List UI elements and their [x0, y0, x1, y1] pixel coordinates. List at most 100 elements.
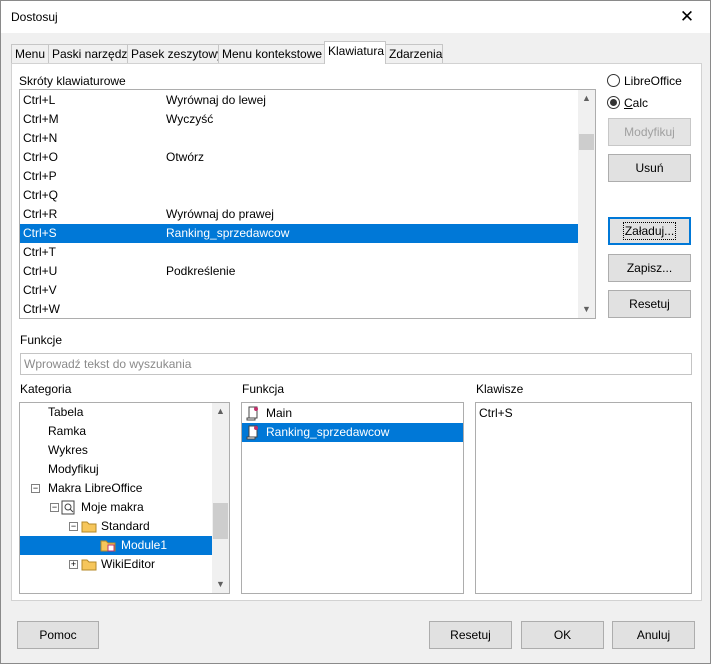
cancel-button[interactable]: Anuluj	[612, 621, 695, 649]
tree-item-label: Moje makra	[81, 500, 144, 514]
scrollbar-thumb[interactable]	[213, 503, 228, 539]
functions-label: Funkcje	[20, 333, 63, 347]
window-title: Dostosuj	[11, 10, 58, 24]
function-label: Funkcja	[242, 382, 285, 396]
title-bar: Dostosuj ✕	[1, 1, 710, 33]
tree-item-label: Wykres	[48, 443, 88, 457]
expand-icon[interactable]: +	[69, 560, 78, 569]
collapse-icon[interactable]: −	[69, 522, 78, 531]
tree-item[interactable]: Wykres	[20, 441, 213, 460]
table-row[interactable]: Ctrl+O Otwórz	[20, 148, 578, 167]
shortcut-list-scrollbar[interactable]: ▲ ▼	[578, 90, 595, 318]
close-icon[interactable]: ✕	[664, 1, 710, 33]
shortcut-key: Ctrl+M	[23, 112, 59, 126]
reset-shortcuts-button[interactable]: Resetuj	[608, 290, 691, 318]
delete-button[interactable]: Usuń	[608, 154, 691, 182]
tab-toolbars[interactable]: Paski narzędzi	[48, 44, 130, 64]
category-scrollbar[interactable]: ▲ ▼	[212, 403, 229, 593]
ok-button[interactable]: OK	[521, 621, 604, 649]
tab-keyboard[interactable]: Klawiatura	[324, 41, 386, 64]
table-row[interactable]: Ctrl+V	[20, 281, 578, 300]
folder-icon	[81, 559, 97, 571]
load-button[interactable]: Załaduj...	[608, 217, 691, 245]
keys-list[interactable]: Ctrl+S	[475, 402, 692, 594]
scroll-down-icon[interactable]: ▼	[212, 576, 229, 593]
table-row[interactable]: Ctrl+T	[20, 243, 578, 262]
table-row[interactable]: Ctrl+N	[20, 129, 578, 148]
collapse-icon[interactable]: −	[31, 484, 40, 493]
save-button[interactable]: Zapisz...	[608, 254, 691, 282]
tab-notebookbar[interactable]: Pasek zeszytowy	[127, 44, 223, 64]
shortcut-key: Ctrl+T	[23, 245, 56, 259]
list-item[interactable]: Ctrl+S	[476, 404, 691, 423]
shortcut-key: Ctrl+O	[23, 150, 59, 164]
tree-item[interactable]: Modyfikuj	[20, 460, 213, 479]
shortcut-function: Wyrównaj do lewej	[166, 93, 266, 107]
shortcut-keys-list[interactable]: Ctrl+L Wyrównaj do lewej Ctrl+M Wyczyść …	[19, 89, 596, 319]
category-tree[interactable]: Tabela Ramka Wykres Modyfikuj − Makra Li…	[19, 402, 230, 594]
keys-label: Klawisze	[476, 382, 524, 396]
list-item-selected[interactable]: Ranking_sprzedawcow	[242, 423, 463, 442]
module-folder-icon	[100, 540, 116, 552]
tab-events[interactable]: Zdarzenia	[385, 44, 443, 64]
scroll-up-icon[interactable]: ▲	[212, 403, 229, 420]
shortcut-key: Ctrl+P	[23, 169, 57, 183]
tree-item[interactable]: Tabela	[20, 403, 213, 422]
tree-item-selected[interactable]: Module1	[20, 536, 213, 555]
tree-item[interactable]: − Makra LibreOffice	[20, 479, 213, 498]
shortcut-key: Ctrl+L	[23, 93, 56, 107]
tree-item-label: Module1	[121, 538, 168, 552]
tree-item-label: Tabela	[48, 405, 84, 419]
tree-item[interactable]: − Standard	[20, 517, 213, 536]
shortcut-function: Wyczyść	[166, 112, 214, 126]
list-item-label: Ranking_sprzedawcow	[266, 425, 390, 439]
calc-radio[interactable]	[607, 96, 620, 109]
table-row[interactable]: Ctrl+L Wyrównaj do lewej	[20, 91, 578, 110]
tree-item-label: WikiEditor	[101, 557, 156, 571]
macro-library-icon	[61, 500, 75, 515]
help-button[interactable]: Pomoc	[17, 621, 99, 649]
reset-button[interactable]: Resetuj	[429, 621, 512, 649]
tree-item-label: Standard	[101, 519, 150, 533]
table-row[interactable]: Ctrl+M Wyczyść	[20, 110, 578, 129]
shortcut-function: Ranking_sprzedawcow	[166, 226, 290, 240]
macro-icon	[246, 425, 258, 440]
table-row[interactable]: Ctrl+R Wyrównaj do prawej	[20, 205, 578, 224]
shortcut-key: Ctrl+Q	[23, 188, 59, 202]
scroll-up-icon[interactable]: ▲	[578, 90, 595, 107]
list-item-label: Main	[266, 406, 293, 420]
tab-context-menu[interactable]: Menu kontekstowe	[218, 44, 325, 64]
folder-icon	[81, 521, 97, 533]
collapse-icon[interactable]: −	[50, 503, 59, 512]
scroll-down-icon[interactable]: ▼	[578, 301, 595, 318]
list-item-label: Ctrl+S	[479, 406, 513, 420]
shortcut-function: Wyrównaj do prawej	[166, 207, 274, 221]
load-button-label: Załaduj...	[622, 222, 677, 240]
search-input[interactable]: Wprowadź tekst do wyszukania	[20, 353, 692, 375]
shortcut-key: Ctrl+V	[23, 283, 57, 297]
table-row[interactable]: Ctrl+W	[20, 300, 578, 318]
customize-dialog: Dostosuj ✕ Menu Paski narzędzi Pasek zes…	[0, 0, 711, 664]
tab-menu[interactable]: Menu	[11, 44, 49, 64]
shortcut-key: Ctrl+U	[23, 264, 58, 278]
modify-button[interactable]: Modyfikuj	[608, 118, 691, 146]
function-list[interactable]: Main Ranking_sprzedawcow	[241, 402, 464, 594]
calc-radio-label[interactable]: Calc	[624, 96, 648, 110]
libreoffice-radio-label[interactable]: LibreOffice	[624, 74, 682, 88]
shortcut-keys-label: Skróty klawiaturowe	[19, 74, 126, 88]
shortcut-key: Ctrl+W	[23, 302, 60, 316]
shortcut-function: Podkreślenie	[166, 264, 236, 278]
list-item[interactable]: Main	[242, 404, 463, 423]
scrollbar-thumb[interactable]	[579, 134, 594, 150]
libreoffice-radio[interactable]	[607, 74, 620, 87]
tree-item-label: Modyfikuj	[48, 462, 99, 476]
table-row[interactable]: Ctrl+Q	[20, 186, 578, 205]
tree-item[interactable]: + WikiEditor	[20, 555, 213, 574]
tree-item-label: Ramka	[48, 424, 87, 438]
tree-item[interactable]: − Moje makra	[20, 498, 213, 517]
tree-item[interactable]: Ramka	[20, 422, 213, 441]
table-row[interactable]: Ctrl+P	[20, 167, 578, 186]
table-row[interactable]: Ctrl+U Podkreślenie	[20, 262, 578, 281]
table-row-selected[interactable]: Ctrl+S Ranking_sprzedawcow	[20, 224, 578, 243]
shortcut-key: Ctrl+R	[23, 207, 58, 221]
